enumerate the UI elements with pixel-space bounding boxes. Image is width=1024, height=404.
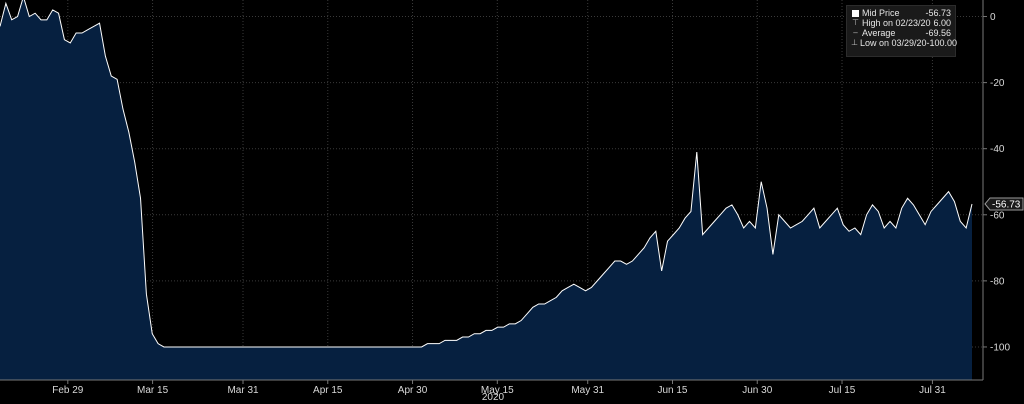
legend-item-low: ⊥ Low on 03/29/20 -100.00	[851, 38, 957, 48]
legend-value: -100.00	[926, 38, 958, 48]
legend-label: Low on 03/29/20	[859, 38, 927, 48]
y-tick-label: -80	[990, 276, 1005, 287]
chart-legend: Mid Price -56.73 ⊤ High on 02/23/20 6.00…	[846, 5, 957, 57]
legend-label: Average	[862, 28, 896, 38]
legend-label: High on 02/23/20	[862, 18, 931, 28]
x-tick-label: Mar 31	[227, 385, 259, 396]
y-tick-label: -60	[990, 210, 1005, 221]
legend-label: Mid Price	[862, 8, 900, 18]
x-tick-label: Jun 15	[657, 385, 687, 396]
y-tick-label: -40	[990, 144, 1005, 155]
x-tick-label: May 31	[571, 385, 604, 396]
last-value-marker: -56.73	[984, 197, 1024, 210]
price-chart: 0 -20 -40 -60 -80 -100 Feb 29 Mar 15 Mar 31 Apr …	[0, 0, 1024, 403]
mid-price-area	[0, 0, 972, 380]
legend-item-mid-price: Mid Price -56.73	[851, 8, 951, 18]
x-tick-label: Jun 30	[742, 385, 772, 396]
y-tick-label: -100	[990, 342, 1010, 353]
x-tick-label: Mar 15	[137, 385, 169, 396]
x-tick-label: Jul 31	[919, 385, 946, 396]
legend-value: -69.56	[925, 28, 951, 38]
y-tick-label: -20	[990, 78, 1005, 89]
legend-value: -56.73	[925, 8, 951, 18]
x-tick-label: Feb 29	[52, 385, 84, 396]
y-tick-label: 0	[990, 12, 996, 23]
average-line-icon: –	[853, 28, 858, 37]
high-marker-icon: ⊤	[852, 18, 859, 27]
legend-value: 6.00	[933, 18, 951, 28]
low-marker-icon: ⊥	[851, 38, 858, 47]
y-axis-ticks: 0 -20 -40 -60 -80 -100	[983, 12, 1010, 353]
last-value-label: -56.73	[992, 199, 1021, 210]
x-axis-year-label: 2020	[482, 392, 505, 403]
x-tick-label: Apr 15	[313, 385, 343, 396]
legend-item-average: – Average -69.56	[851, 28, 951, 38]
legend-item-high: ⊤ High on 02/23/20 6.00	[851, 18, 951, 28]
x-tick-label: Apr 30	[398, 385, 428, 396]
x-tick-label: Jul 15	[829, 385, 856, 396]
square-icon	[852, 9, 859, 17]
